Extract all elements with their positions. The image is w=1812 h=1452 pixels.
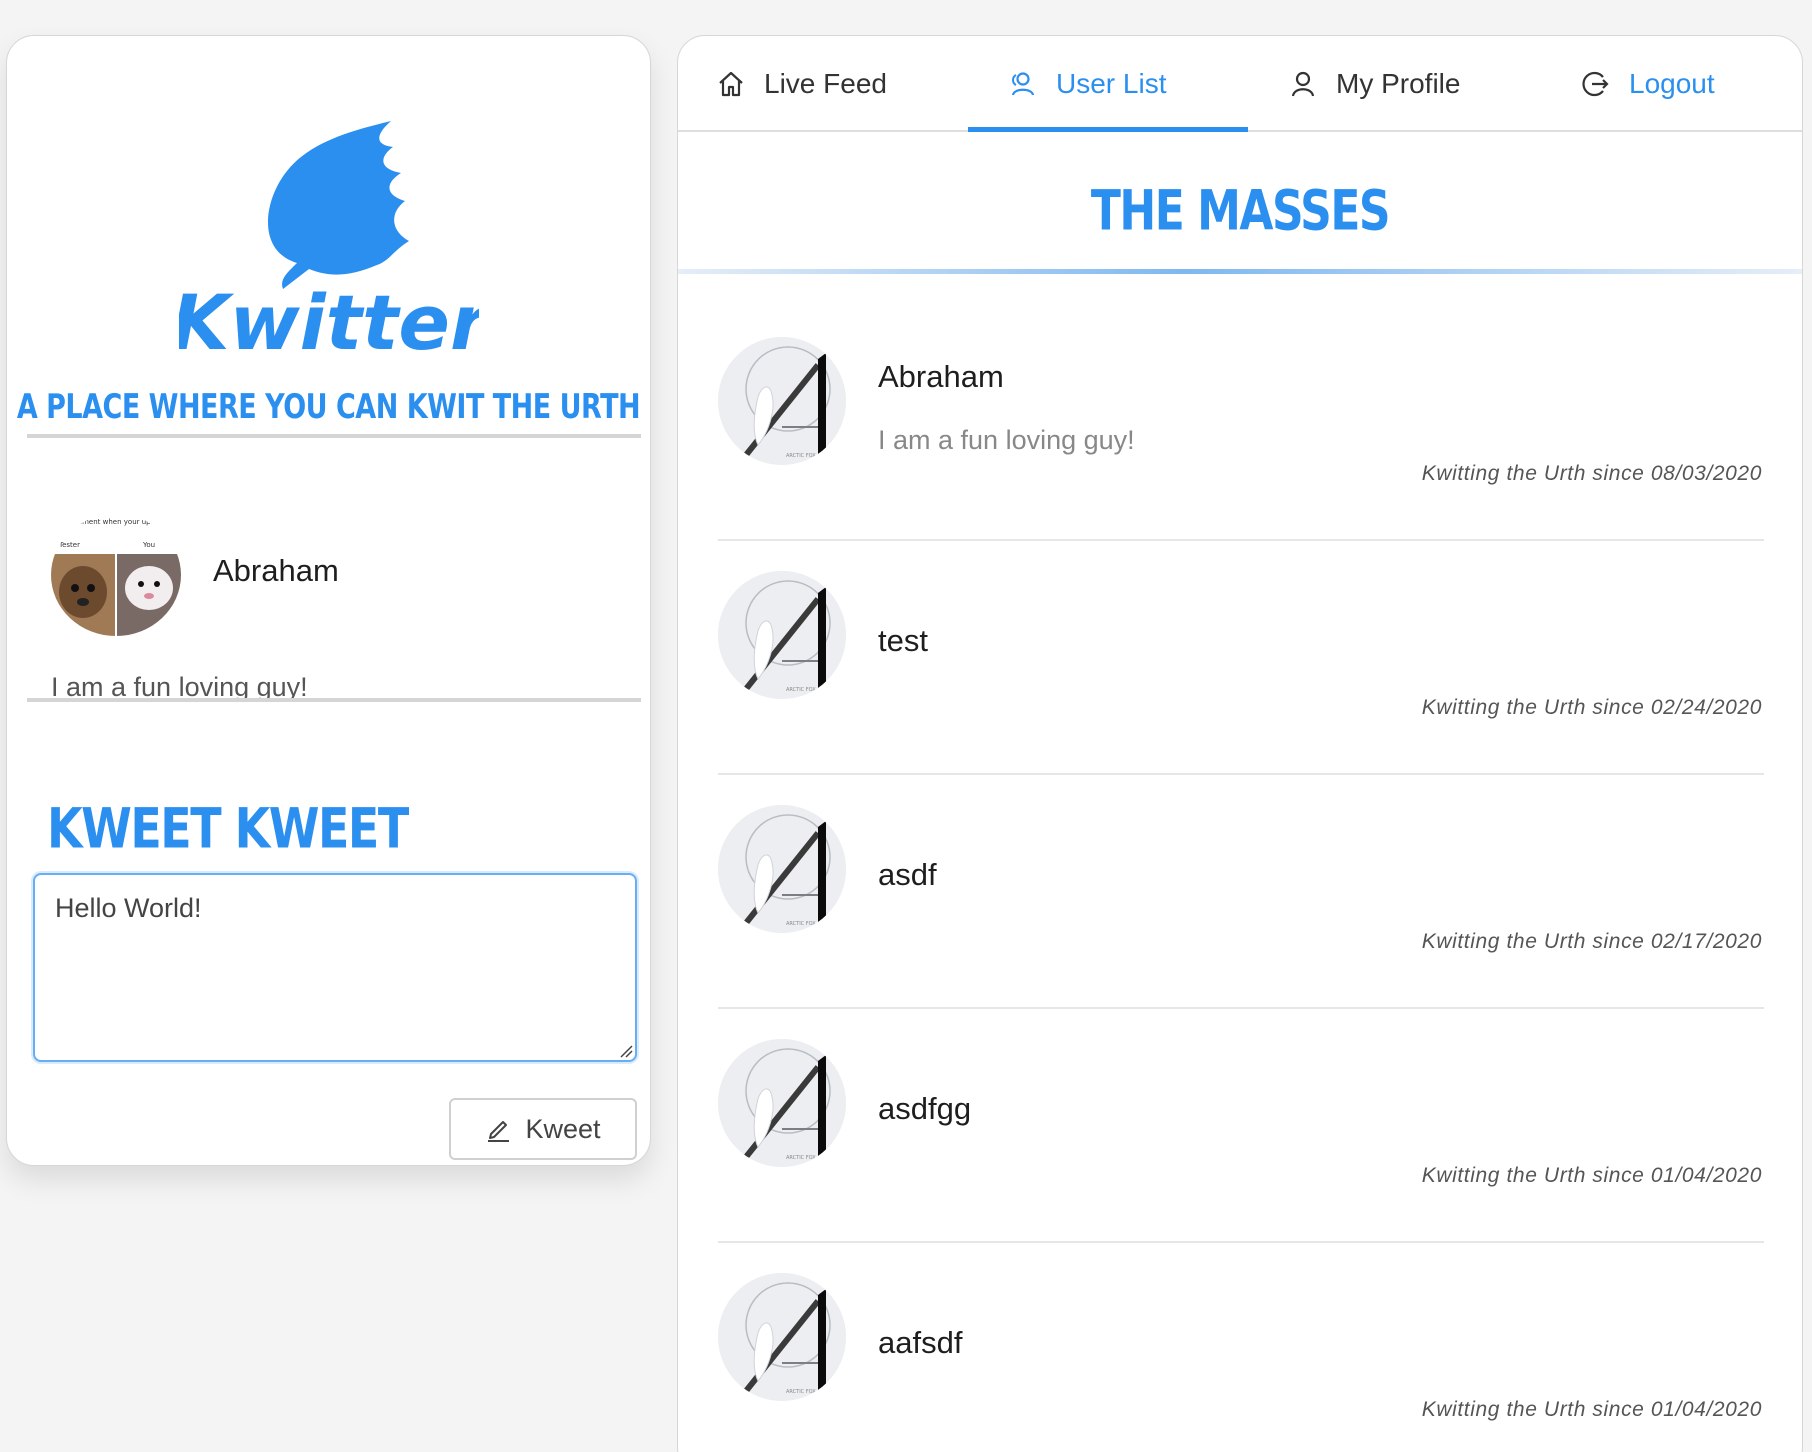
avatar[interactable]: ARCTIC FOX xyxy=(718,805,846,933)
users-icon xyxy=(1011,72,1035,96)
logout-icon xyxy=(1582,71,1609,97)
avatar-label-right: You xyxy=(142,541,155,549)
avatar-caption: ARCTIC FOX xyxy=(786,453,816,459)
user-join-date: Kwitting the Urth since 02/17/2020 xyxy=(1421,930,1762,953)
avatar[interactable]: ...ument when your up... ...es in produc… xyxy=(51,514,181,636)
user-icon xyxy=(1291,71,1315,97)
tab-logout[interactable]: Logout xyxy=(1581,36,1715,132)
kwitter-logo: Kwitter xyxy=(7,91,650,361)
user-join-date: Kwitting the Urth since 01/04/2020 xyxy=(1421,1398,1762,1421)
active-tab-indicator xyxy=(968,127,1248,132)
user-name[interactable]: asdfgg xyxy=(878,1091,971,1127)
tab-logout-label: Logout xyxy=(1629,68,1715,99)
avatar[interactable]: ARCTIC FOX xyxy=(718,1039,846,1167)
avatar-label-left: Tester xyxy=(58,541,80,549)
kweet-button[interactable]: Kweet xyxy=(449,1098,637,1160)
profile-name: Abraham xyxy=(213,553,339,588)
pencil-icon xyxy=(488,1121,510,1142)
top-nav: Live Feed User List My Profile Logout xyxy=(678,36,1802,132)
avatar[interactable]: ARCTIC FOX xyxy=(718,571,846,699)
user-list-card: Live Feed User List My Profile Logout TH… xyxy=(677,35,1803,1452)
home-icon xyxy=(719,71,743,97)
kweet-input[interactable]: Hello World! xyxy=(33,873,637,1062)
avatar[interactable]: ARCTIC FOX xyxy=(718,1273,846,1401)
user-bio: I am a fun loving guy! xyxy=(878,425,1135,455)
profile-sidebar-card: Kwitter A PLACE WHERE YOU CAN KWIT THE U… xyxy=(6,35,651,1166)
tab-my-profile[interactable]: My Profile xyxy=(1288,36,1460,132)
list-item[interactable]: ARCTIC FOX aafsdf Kwitting the Urth since … xyxy=(718,1243,1764,1452)
app-page: Kwitter A PLACE WHERE YOU CAN KWIT THE U… xyxy=(0,0,1812,1452)
compose-title: KWEET KWEET xyxy=(47,796,409,861)
title-divider xyxy=(678,269,1802,274)
tab-live-feed[interactable]: Live Feed xyxy=(716,36,887,132)
list-item[interactable]: ARCTIC FOX asdfgg Kwitting the Urth since … xyxy=(718,1009,1764,1243)
list-item[interactable]: ARCTIC FOX test Kwitting the Urth since 02… xyxy=(718,541,1764,775)
tab-user-list[interactable]: User List xyxy=(1008,36,1166,132)
divider xyxy=(27,434,641,438)
user-name[interactable]: asdf xyxy=(878,857,937,893)
tagline: A PLACE WHERE YOU CAN KWIT THE URTH xyxy=(16,388,641,427)
user-name[interactable]: Abraham xyxy=(878,359,1004,395)
list-item[interactable]: ARCTIC FOX Abraham I am a fun loving guy! K… xyxy=(718,307,1764,541)
kweet-button-label: Kweet xyxy=(525,1113,601,1144)
divider xyxy=(27,698,641,702)
user-join-date: Kwitting the Urth since 08/03/2020 xyxy=(1421,462,1762,485)
logo-wordmark: Kwitter xyxy=(179,278,479,361)
page-title: THE MASSES xyxy=(1090,179,1391,244)
avatar[interactable]: ARCTIC FOX xyxy=(718,337,846,465)
resize-grip-icon[interactable] xyxy=(617,1042,633,1058)
tab-user-list-label: User List xyxy=(1056,68,1167,99)
avatar-caption: ARCTIC FOX xyxy=(786,687,816,693)
user-name[interactable]: test xyxy=(878,623,928,659)
avatar-caption: ARCTIC FOX xyxy=(786,921,816,927)
avatar-caption: ...ument when your up... ...es in produc… xyxy=(71,518,181,526)
tab-live-feed-label: Live Feed xyxy=(764,68,887,99)
user-join-date: Kwitting the Urth since 02/24/2020 xyxy=(1421,696,1762,719)
avatar-caption: ARCTIC FOX xyxy=(786,1155,816,1161)
avatar-caption: ARCTIC FOX xyxy=(786,1389,816,1395)
list-item[interactable]: ARCTIC FOX asdf Kwitting the Urth since 02… xyxy=(718,775,1764,1009)
user-join-date: Kwitting the Urth since 01/04/2020 xyxy=(1421,1164,1762,1187)
user-name[interactable]: aafsdf xyxy=(878,1325,962,1361)
tab-my-profile-label: My Profile xyxy=(1336,68,1461,99)
